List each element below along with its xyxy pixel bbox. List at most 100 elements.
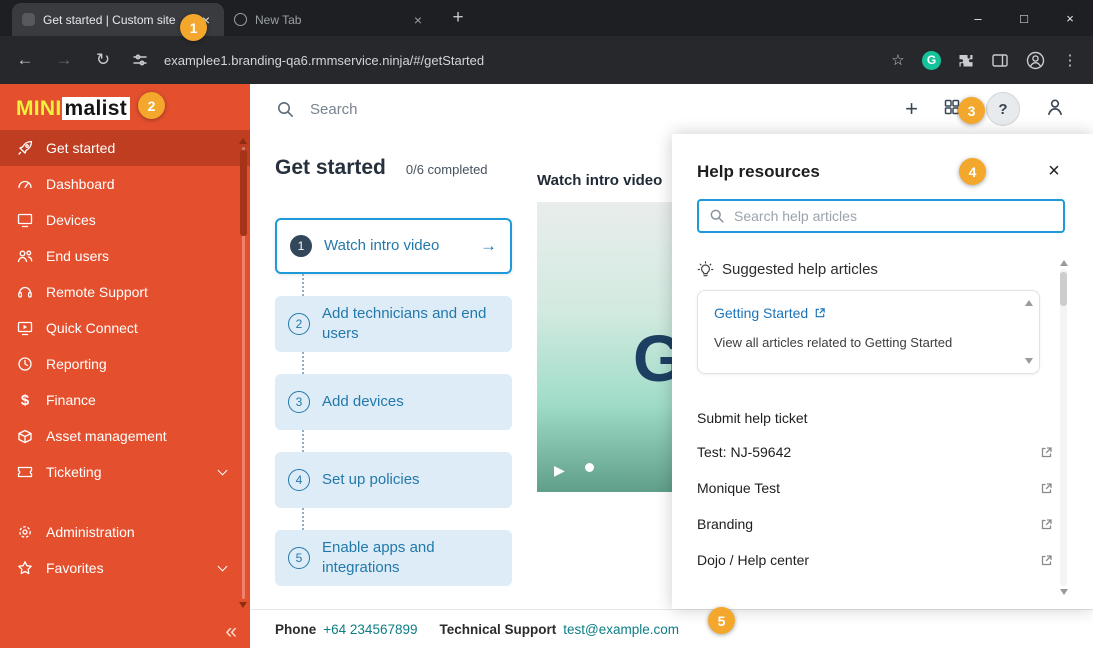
close-icon[interactable]: ×: [1043, 160, 1065, 183]
card-scroll-up-icon[interactable]: [1025, 300, 1033, 306]
step-label: Watch intro video: [324, 236, 439, 256]
extensions-puzzle-icon[interactable]: [954, 52, 976, 69]
users-icon: [16, 247, 34, 265]
step-label: Add technicians and end users: [322, 304, 499, 345]
external-link-icon[interactable]: [1040, 446, 1053, 459]
ticket-row[interactable]: Monique Test: [697, 470, 1053, 506]
topbar-icons: + ?: [905, 92, 1065, 126]
grammarly-extension-icon[interactable]: G: [922, 51, 941, 70]
bookmark-star-icon[interactable]: ☆: [887, 51, 909, 69]
ticket-label: Monique Test: [697, 480, 780, 496]
support-label: Technical Support: [440, 622, 557, 637]
sidebar-item-dashboard[interactable]: Dashboard: [0, 166, 250, 202]
sidebar-scrollbar[interactable]: [238, 138, 249, 608]
getting-started-link[interactable]: Getting Started: [714, 305, 826, 321]
page-title: Get started: [275, 156, 386, 180]
ticket-row[interactable]: Test: NJ-59642: [697, 434, 1053, 470]
ticket-row[interactable]: Branding: [697, 506, 1053, 542]
address-toolbar: ← → ↻ examplee1.branding-qa6.rmmservice.…: [0, 36, 1093, 84]
site-info-icon[interactable]: [129, 52, 151, 68]
annotation-badge-5: 5: [708, 607, 735, 634]
step-set-up-policies[interactable]: 4 Set up policies: [275, 452, 512, 508]
page-header: Get started 0/6 completed: [275, 156, 488, 180]
sidebar-item-ticketing[interactable]: Ticketing: [0, 454, 250, 490]
sidebar-item-get-started[interactable]: Get started: [0, 130, 250, 166]
chevron-down-icon: [218, 561, 228, 571]
minimize-button[interactable]: –: [955, 0, 1001, 36]
add-plus-icon[interactable]: +: [905, 96, 918, 122]
external-link-icon[interactable]: [1040, 518, 1053, 531]
chevron-down-icon: [218, 465, 228, 475]
new-tab-button[interactable]: +: [446, 7, 470, 29]
global-search[interactable]: [276, 100, 530, 119]
help-panel-header: Help resources ×: [697, 160, 1065, 183]
progress-status: 0/6 completed: [406, 162, 488, 177]
menu-kebab-icon[interactable]: ⋮: [1059, 51, 1081, 69]
address-url[interactable]: examplee1.branding-qa6.rmmservice.ninja/…: [164, 53, 874, 68]
help-resources-panel: Help resources × Suggested help articles…: [672, 134, 1093, 609]
forward-button[interactable]: →: [51, 47, 77, 73]
scroll-down-arrow-icon[interactable]: [239, 602, 247, 608]
sidebar-item-remote-support[interactable]: Remote Support: [0, 274, 250, 310]
sidebar-item-quick-connect[interactable]: Quick Connect: [0, 310, 250, 346]
support-email-link[interactable]: test@example.com: [563, 622, 679, 637]
user-profile-icon[interactable]: [1045, 97, 1065, 122]
maximize-button[interactable]: □: [1001, 0, 1047, 36]
ticket-row[interactable]: Dojo / Help center: [697, 542, 1053, 578]
side-panel-icon[interactable]: [989, 52, 1011, 69]
sidebar: MINImalist Get started Dashboard Devices…: [0, 84, 250, 648]
headset-icon: [16, 283, 34, 301]
video-progress-dot[interactable]: [585, 463, 594, 472]
sidebar-item-label: Ticketing: [46, 464, 102, 480]
sidebar-item-end-users[interactable]: End users: [0, 238, 250, 274]
help-panel-scrollbar[interactable]: [1059, 260, 1069, 595]
step-add-devices[interactable]: 3 Add devices: [275, 374, 512, 430]
sidebar-item-favorites[interactable]: Favorites: [0, 550, 250, 586]
external-link-icon[interactable]: [1040, 554, 1053, 567]
package-icon: [16, 427, 34, 445]
step-connector: [302, 352, 512, 374]
site-favicon-icon: [22, 13, 35, 26]
sidebar-item-label: End users: [46, 248, 109, 264]
scrollbar-thumb[interactable]: [1060, 272, 1067, 306]
sidebar-item-devices[interactable]: Devices: [0, 202, 250, 238]
step-number-badge: 1: [290, 235, 312, 257]
reload-button[interactable]: ↻: [90, 47, 116, 73]
lightbulb-icon: [697, 261, 714, 278]
window-close-button[interactable]: ×: [1047, 0, 1093, 36]
sidebar-divider: [0, 490, 250, 514]
ticket-label: Branding: [697, 516, 753, 532]
card-scroll-down-icon[interactable]: [1025, 358, 1033, 364]
sidebar-item-finance[interactable]: $ Finance: [0, 382, 250, 418]
sidebar-item-asset-management[interactable]: Asset management: [0, 418, 250, 454]
sidebar-collapse-button[interactable]: «: [225, 620, 237, 644]
help-search-box[interactable]: [697, 199, 1065, 233]
report-clock-icon: [16, 355, 34, 373]
sidebar-item-administration[interactable]: Administration: [0, 514, 250, 550]
profile-avatar-icon[interactable]: [1024, 51, 1046, 70]
browser-tab-newtab[interactable]: New Tab ×: [224, 3, 436, 36]
ticket-label: Dojo / Help center: [697, 552, 809, 568]
step-watch-intro-video[interactable]: 1 Watch intro video →: [275, 218, 512, 274]
sidebar-item-label: Dashboard: [46, 176, 115, 192]
scrollbar-thumb[interactable]: [240, 150, 247, 236]
step-add-technicians[interactable]: 2 Add technicians and end users: [275, 296, 512, 352]
search-input[interactable]: [310, 101, 530, 118]
sidebar-item-reporting[interactable]: Reporting: [0, 346, 250, 382]
external-link-icon[interactable]: [1040, 482, 1053, 495]
step-enable-apps[interactable]: 5 Enable apps and integrations: [275, 530, 512, 586]
scroll-down-arrow-icon[interactable]: [1060, 589, 1068, 595]
phone-link[interactable]: +64 234567899: [323, 622, 417, 637]
scroll-up-arrow-icon[interactable]: [1060, 260, 1068, 266]
play-icon[interactable]: ▶: [554, 462, 565, 479]
help-panel-title: Help resources: [697, 162, 820, 182]
help-question-icon[interactable]: ?: [986, 92, 1020, 126]
scroll-up-arrow-icon[interactable]: [239, 138, 247, 144]
back-button[interactable]: ←: [12, 47, 38, 73]
app-logo[interactable]: MINImalist: [0, 84, 250, 130]
help-search-input[interactable]: [734, 208, 1053, 224]
gear-icon: [16, 523, 34, 541]
tab-close-icon[interactable]: ×: [410, 12, 426, 28]
step-number-badge: 3: [288, 391, 310, 413]
sidebar-item-label: Favorites: [46, 560, 104, 576]
